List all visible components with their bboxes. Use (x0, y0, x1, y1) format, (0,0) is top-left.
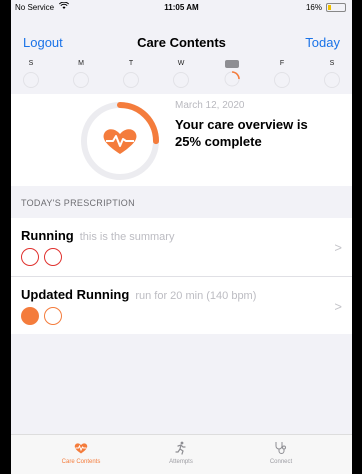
task-name: Updated Running (21, 287, 130, 302)
task-title: Running this is the summary (21, 228, 174, 243)
task-subtitle: run for 20 min (140 bpm) (135, 290, 257, 302)
section-title: TODAY'S PRESCRIPTION (21, 198, 135, 208)
heart-icon (103, 129, 137, 154)
week-day-3[interactable]: W (171, 58, 191, 88)
tab-label: Connect (269, 459, 293, 465)
week-day-label: M (78, 60, 84, 67)
clock-label: 11:05 AM (164, 3, 199, 12)
week-day-5[interactable]: F (272, 58, 292, 88)
task-title: Updated Running run for 20 min (140 bpm) (21, 287, 256, 302)
week-strip: SMTWFS (11, 58, 352, 94)
phone-screen: No Service 11:05 AM 16% Logout Care Cont… (11, 0, 352, 474)
status-bar: No Service 11:05 AM 16% (11, 0, 352, 14)
task-completion-circles (21, 248, 67, 268)
running-person-icon (141, 439, 221, 457)
tab-connect[interactable]: Connect (241, 439, 321, 465)
completion-circle[interactable] (21, 248, 39, 266)
tab-label: Care Contents (61, 459, 101, 465)
tab-care-contents[interactable]: Care Contents (41, 439, 121, 465)
completion-circle[interactable] (44, 248, 62, 266)
battery-percent: 16% (305, 3, 322, 12)
week-day-label: T (128, 60, 134, 67)
task-row-updated-running[interactable]: Updated Running run for 20 min (140 bpm) … (11, 277, 352, 334)
task-name: Running (21, 228, 74, 243)
task-row-running[interactable]: Running this is the summary > (11, 218, 352, 277)
week-day-label: F (279, 60, 285, 67)
week-day-label: W (177, 60, 185, 67)
week-day-label: S (329, 60, 335, 67)
completion-circle[interactable] (44, 307, 62, 325)
week-day-6[interactable]: S (322, 58, 342, 88)
day-progress-ring (73, 72, 89, 88)
day-progress-ring (274, 72, 290, 88)
heart-icon (41, 439, 121, 457)
day-progress-ring (324, 72, 340, 88)
chevron-right-icon: > (334, 299, 342, 314)
overview-date: March 12, 2020 (175, 100, 245, 111)
week-day-label: S (28, 60, 34, 67)
chevron-right-icon: > (334, 240, 342, 255)
selected-day-indicator (225, 60, 239, 68)
tab-label: Attempts (169, 459, 193, 465)
navigation-bar: Logout Care Contents Today (11, 24, 352, 60)
week-day-4[interactable] (222, 58, 242, 88)
week-day-0[interactable]: S (21, 58, 41, 88)
today-button[interactable]: Today (305, 35, 340, 50)
day-progress-ring (173, 72, 189, 88)
week-day-2[interactable]: T (121, 58, 141, 88)
day-progress-ring (224, 71, 240, 87)
section-header: TODAY'S PRESCRIPTION (11, 186, 352, 218)
stethoscope-icon (241, 439, 321, 457)
page-title: Care Contents (137, 35, 226, 50)
care-overview-card: March 12, 2020 Your care overview is 25%… (11, 94, 352, 186)
task-completion-circles (21, 307, 67, 327)
progress-gauge (75, 98, 165, 193)
tab-bar: Care Contents Attempts Connect (11, 434, 352, 474)
day-progress-ring (23, 72, 39, 88)
overview-summary: Your care overview is 25% complete (175, 117, 308, 149)
completion-circle[interactable] (21, 307, 39, 325)
week-day-1[interactable]: M (71, 58, 91, 88)
day-progress-ring (123, 72, 139, 88)
tab-attempts[interactable]: Attempts (141, 439, 221, 465)
battery-icon (326, 3, 346, 12)
task-subtitle: this is the summary (79, 231, 175, 243)
